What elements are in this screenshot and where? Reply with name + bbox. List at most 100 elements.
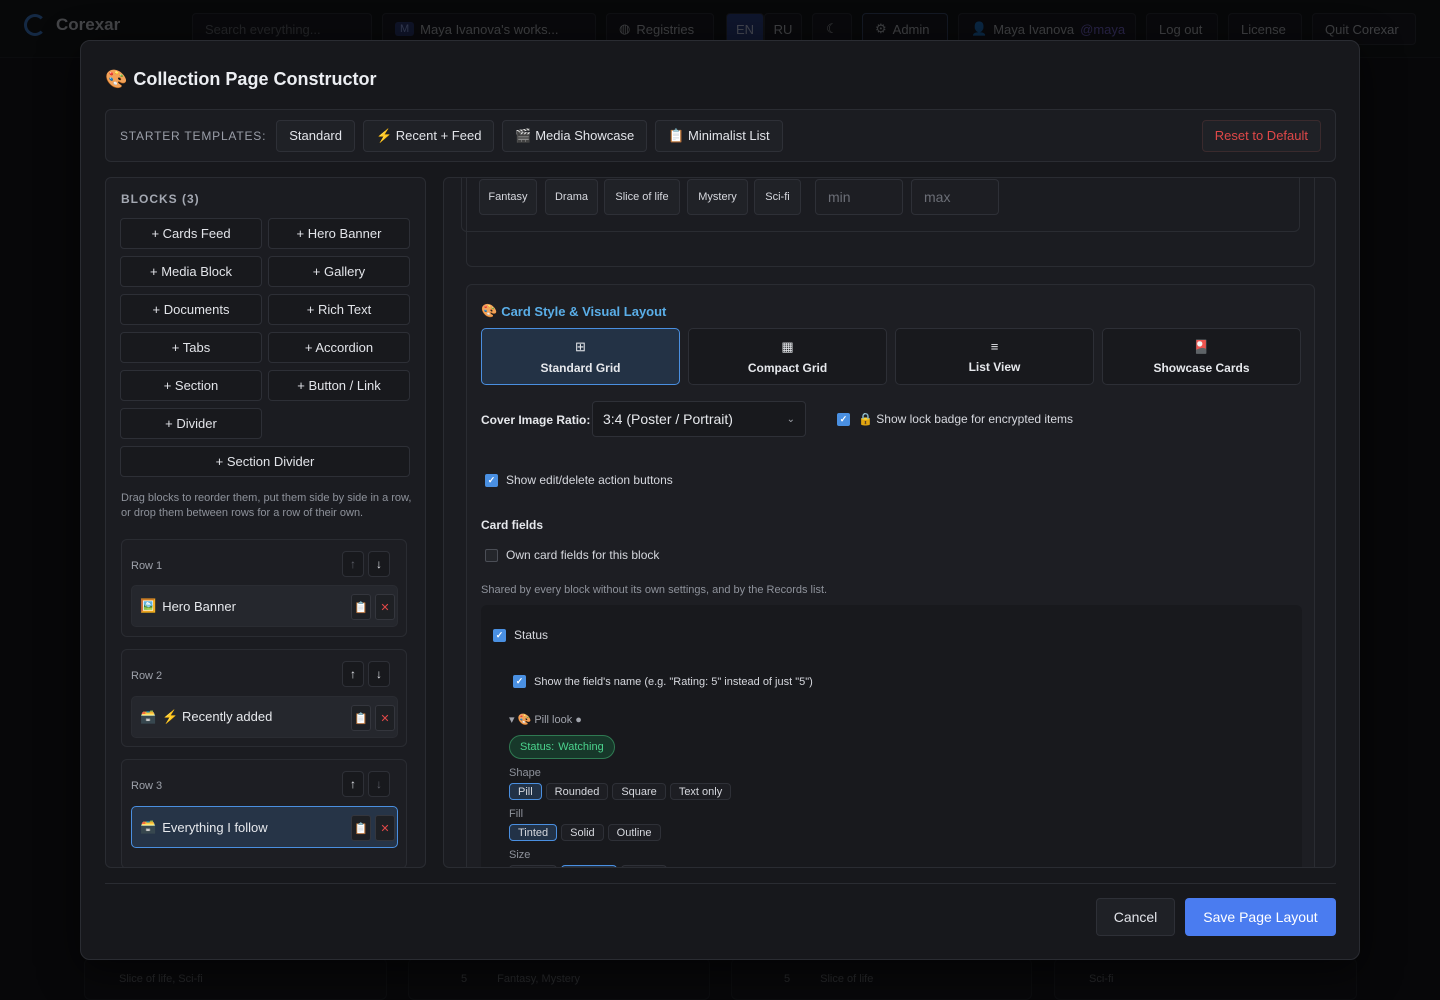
- show-actions-option[interactable]: ✓ Show edit/delete action buttons: [485, 473, 673, 487]
- pill-look-toggle[interactable]: ▾ 🎨 Pill look ●: [509, 713, 582, 726]
- list-icon: ≡: [990, 339, 999, 354]
- starter-templates-bar: STARTER TEMPLATES: Standard ⚡ Recent + F…: [105, 109, 1336, 162]
- size-option-selected[interactable]: [561, 865, 617, 867]
- layout-row-2[interactable]: Row 2 ↑ ↓ 🗃️ ⚡ Recently added 📋 ✕: [121, 649, 407, 747]
- shape-square-option[interactable]: Square: [612, 783, 666, 800]
- checkbox-checked-icon[interactable]: ✓: [485, 473, 498, 487]
- blocks-panel: BLOCKS (3) + Cards Feed + Hero Banner + …: [105, 177, 426, 868]
- shape-options: Pill Rounded Square Text only: [509, 783, 732, 800]
- clipboard-icon[interactable]: 📋: [351, 815, 371, 841]
- reset-to-default-button[interactable]: Reset to Default: [1201, 119, 1321, 152]
- clipboard-icon[interactable]: 📋: [351, 594, 371, 620]
- checkbox-unchecked-icon[interactable]: [485, 548, 498, 562]
- add-section-divider-button[interactable]: + Section Divider: [120, 446, 410, 477]
- shape-pill-option[interactable]: Pill: [509, 783, 542, 800]
- cover-ratio-select[interactable]: 3:4 (Poster / Portrait) ⌄: [592, 401, 806, 437]
- size-option[interactable]: [621, 865, 667, 867]
- modal-title-text: Collection Page Constructor: [133, 69, 377, 89]
- card-fields-heading: Card fields: [481, 518, 544, 532]
- lock-badge-label: 🔒 Show lock badge for encrypted items: [858, 412, 1074, 426]
- move-down-arrow-icon[interactable]: ↓: [368, 771, 390, 797]
- block-everything-i-follow[interactable]: 🗃️ Everything I follow 📋 ✕: [131, 806, 398, 848]
- shared-fields-note: Shared by every block without its own se…: [481, 584, 828, 596]
- block-name: ⚡ Recently added: [162, 709, 273, 724]
- block-settings-panel: Fantasy Drama Slice of life Mystery Sci-…: [443, 177, 1336, 868]
- layout-row-3[interactable]: Row 3 ↑ ↓ 🗃️ Everything I follow 📋 ✕: [121, 759, 407, 867]
- shape-text-only-option[interactable]: Text only: [669, 783, 732, 800]
- layout-label: Showcase Cards: [1153, 360, 1250, 375]
- card-style-title-text: Card Style & Visual Layout: [501, 303, 667, 319]
- palette-icon: 🎨: [481, 303, 498, 318]
- palette-icon: 🎨: [105, 69, 128, 89]
- pill-value: Watching: [558, 741, 604, 753]
- filter-card-edge: [466, 178, 1315, 267]
- size-label: Size: [509, 849, 531, 861]
- template-standard-button[interactable]: Standard: [276, 119, 355, 152]
- show-field-name-label: Show the field's name (e.g. "Rating: 5" …: [534, 675, 813, 688]
- show-field-name-option[interactable]: ✓ Show the field's name (e.g. "Rating: 5…: [513, 675, 813, 688]
- fill-tinted-option[interactable]: Tinted: [509, 824, 558, 841]
- card-box-icon: 🗃️: [140, 709, 157, 724]
- remove-block-close-icon[interactable]: ✕: [375, 594, 395, 620]
- add-hero-banner-button[interactable]: + Hero Banner: [268, 218, 410, 249]
- template-media-showcase-button[interactable]: 🎬 Media Showcase: [502, 119, 648, 152]
- move-up-arrow-icon[interactable]: ↑: [342, 771, 364, 797]
- starter-templates-label: STARTER TEMPLATES:: [120, 128, 267, 143]
- blocks-heading: BLOCKS (3): [121, 192, 200, 206]
- template-recent-feed-button[interactable]: ⚡ Recent + Feed: [362, 119, 495, 152]
- add-media-block-button[interactable]: + Media Block: [120, 256, 262, 287]
- template-minimalist-list-button[interactable]: 📋 Minimalist List: [655, 119, 783, 152]
- checkbox-checked-icon[interactable]: ✓: [493, 628, 506, 642]
- block-hero-banner[interactable]: 🖼️ Hero Banner 📋 ✕: [131, 585, 398, 627]
- remove-block-close-icon[interactable]: ✕: [375, 705, 395, 731]
- layout-label: Standard Grid: [540, 360, 621, 375]
- save-page-layout-button[interactable]: Save Page Layout: [1185, 898, 1336, 936]
- add-tabs-button[interactable]: + Tabs: [120, 332, 262, 363]
- status-field-option[interactable]: ✓ Status: [493, 628, 548, 642]
- layout-row-1[interactable]: Row 1 ↑ ↓ 🖼️ Hero Banner 📋 ✕: [121, 539, 407, 637]
- layout-standard-grid-option[interactable]: ⊞ Standard Grid: [481, 328, 680, 385]
- layout-compact-grid-option[interactable]: ▦ Compact Grid: [688, 328, 887, 385]
- move-up-arrow-icon[interactable]: ↑: [342, 551, 364, 577]
- fill-outline-option[interactable]: Outline: [607, 824, 661, 841]
- card-style-title: 🎨 Card Style & Visual Layout: [481, 303, 666, 319]
- move-down-arrow-icon[interactable]: ↓: [368, 551, 390, 577]
- checkbox-checked-icon[interactable]: ✓: [513, 675, 526, 688]
- modal-title: 🎨 Collection Page Constructor: [105, 69, 376, 90]
- size-option[interactable]: [509, 865, 557, 867]
- move-up-arrow-icon[interactable]: ↑: [342, 661, 364, 687]
- shape-rounded-option[interactable]: Rounded: [545, 783, 609, 800]
- add-divider-button[interactable]: + Divider: [120, 408, 262, 439]
- modal-footer-divider: [105, 883, 1336, 884]
- add-rich-text-button[interactable]: + Rich Text: [268, 294, 410, 325]
- own-fields-option[interactable]: Own card fields for this block: [485, 548, 659, 562]
- clipboard-icon[interactable]: 📋: [351, 705, 371, 731]
- block-recently-added[interactable]: 🗃️ ⚡ Recently added 📋 ✕: [131, 696, 398, 738]
- add-accordion-button[interactable]: + Accordion: [268, 332, 410, 363]
- cancel-button[interactable]: Cancel: [1096, 898, 1175, 936]
- checkbox-checked-icon[interactable]: ✓: [837, 412, 850, 426]
- layout-label: List View: [968, 360, 1021, 374]
- card-style-section: 🎨 Card Style & Visual Layout ⊞ Standard …: [466, 284, 1315, 867]
- compact-grid-icon: ▦: [781, 338, 794, 354]
- fill-solid-option[interactable]: Solid: [561, 824, 604, 841]
- move-down-arrow-icon[interactable]: ↓: [368, 661, 390, 687]
- size-options: [509, 865, 667, 867]
- chevron-down-icon: ⌄: [786, 413, 795, 425]
- add-gallery-button[interactable]: + Gallery: [268, 256, 410, 287]
- block-name: Everything I follow: [162, 819, 268, 835]
- add-section-button[interactable]: + Section: [120, 370, 262, 401]
- add-cards-feed-button[interactable]: + Cards Feed: [120, 218, 262, 249]
- layout-list-view-option[interactable]: ≡ List View: [895, 328, 1094, 385]
- lock-badge-option[interactable]: ✓ 🔒 Show lock badge for encrypted items: [837, 412, 1073, 426]
- collection-page-constructor-modal: 🎨 Collection Page Constructor STARTER TE…: [80, 40, 1360, 960]
- layout-showcase-cards-option[interactable]: 🎴 Showcase Cards: [1102, 328, 1301, 385]
- remove-block-close-icon[interactable]: ✕: [375, 815, 395, 841]
- status-pill-preview: Status: Watching: [509, 735, 615, 759]
- pill-key: Status:: [520, 741, 555, 753]
- add-documents-button[interactable]: + Documents: [120, 294, 262, 325]
- row-label: Row 2: [131, 670, 163, 682]
- fill-label: Fill: [509, 808, 524, 820]
- add-button-link-button[interactable]: + Button / Link: [268, 370, 410, 401]
- row-label: Row 1: [131, 560, 163, 572]
